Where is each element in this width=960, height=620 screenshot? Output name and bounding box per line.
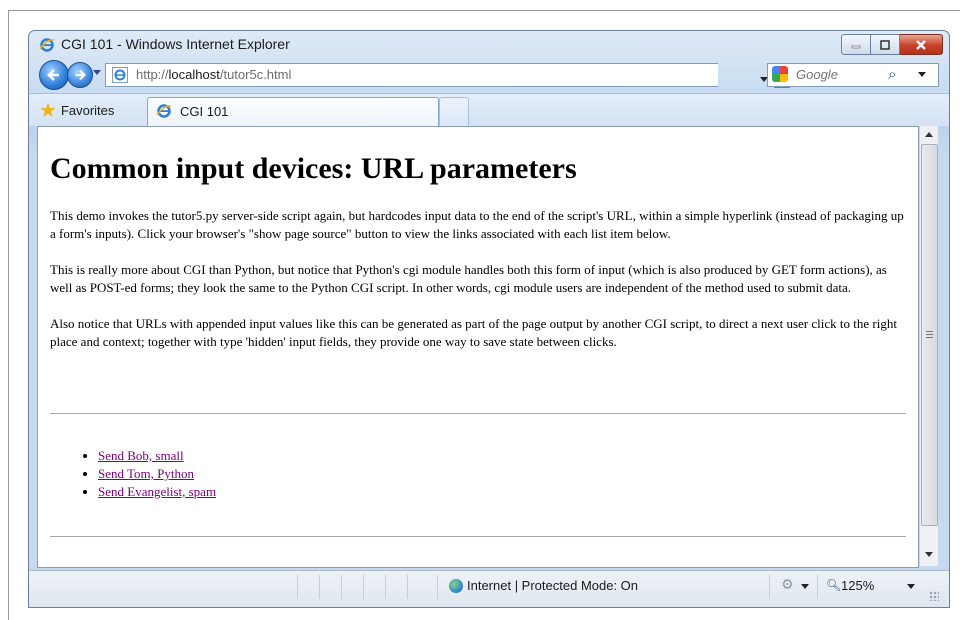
status-divider <box>341 575 342 599</box>
add-ons-icon[interactable]: ⚙ <box>781 577 794 593</box>
tab-ie-icon <box>156 104 172 118</box>
search-icon[interactable]: ⌕ <box>888 65 896 83</box>
horizontal-rule-top <box>50 413 906 414</box>
link-send-bob[interactable]: Send Bob, small <box>98 448 184 463</box>
favorites-star-icon: ★ <box>39 98 57 122</box>
google-logo-icon <box>772 66 788 82</box>
close-icon <box>916 39 926 50</box>
vertical-scrollbar[interactable] <box>919 126 938 566</box>
page-heading: Common input devices: URL parameters <box>50 152 577 185</box>
window-controls <box>841 34 943 55</box>
scroll-down-arrow-icon[interactable] <box>925 552 933 557</box>
close-button[interactable] <box>900 34 943 55</box>
favorites-label: Favorites <box>60 102 115 118</box>
favorites-button[interactable]: ★ Favorites <box>35 98 122 122</box>
status-divider <box>363 575 364 599</box>
title-bar: CGI 101 - Windows Internet Explorer <box>29 31 949 57</box>
link-send-evangelist[interactable]: Send Evangelist, spam <box>98 484 216 499</box>
paragraph-cgi-module: This is really more about CGI than Pytho… <box>50 262 887 295</box>
browser-window: CGI 101 - Windows Internet Explorer http… <box>28 30 950 608</box>
status-divider <box>297 575 298 599</box>
horizontal-rule-bottom <box>50 536 906 537</box>
status-divider <box>319 575 320 599</box>
scrollbar-grip-icon <box>926 331 933 332</box>
tab-bar: ★ Favorites CGI 101 <box>29 93 949 126</box>
link-send-tom[interactable]: Send Tom, Python <box>98 466 194 481</box>
zoom-dropdown[interactable] <box>907 584 915 589</box>
security-zone-text[interactable]: Internet | Protected Mode: On <box>467 578 638 593</box>
page-ie-icon <box>112 67 128 83</box>
link-list: Send Bob, small Send Tom, Python Send Ev… <box>50 447 216 501</box>
zoom-magnifier-icon: 🔍︎ <box>826 578 842 592</box>
search-input[interactable]: Google <box>796 67 838 82</box>
ie-logo-icon <box>39 38 55 52</box>
add-ons-dropdown[interactable] <box>801 584 809 589</box>
list-item: Send Tom, Python <box>98 465 216 483</box>
back-button[interactable] <box>39 60 69 90</box>
address-text[interactable]: http://localhost/tutor5c.html <box>136 67 291 82</box>
recent-pages-dropdown[interactable] <box>93 70 101 75</box>
screenshot-border-top <box>8 10 960 11</box>
minimize-button[interactable] <box>841 34 871 55</box>
minimize-icon <box>851 45 861 48</box>
status-divider <box>817 575 818 599</box>
paragraph-state: Also notice that URLs with appended inpu… <box>50 316 897 349</box>
tab-cgi-101[interactable]: CGI 101 <box>147 97 439 126</box>
maximize-button[interactable] <box>871 34 900 55</box>
new-tab-button[interactable] <box>439 97 469 126</box>
page-viewport: Common input devices: URL parameters Thi… <box>37 126 919 568</box>
status-divider <box>769 575 770 599</box>
url-path: /tutor5c.html <box>219 67 292 82</box>
resize-grip-icon[interactable] <box>929 591 939 601</box>
screenshot-border-left <box>8 10 9 620</box>
page-body: Common input devices: URL parameters Thi… <box>50 127 906 537</box>
forward-arrow-icon <box>75 69 86 81</box>
url-host: localhost <box>168 67 220 82</box>
url-prefix: http:// <box>136 67 169 82</box>
window-title: CGI 101 - Windows Internet Explorer <box>61 36 290 52</box>
scroll-up-arrow-icon[interactable] <box>925 132 933 137</box>
address-bar[interactable]: http://localhost/tutor5c.html ⇆ ✕ <box>105 63 835 88</box>
search-options-dropdown[interactable] <box>918 72 926 77</box>
status-bar: Internet | Protected Mode: On ⚙ 🔍︎ 125% <box>29 570 949 607</box>
forward-button[interactable] <box>67 62 93 88</box>
status-divider <box>385 575 386 599</box>
navigation-bar: http://localhost/tutor5c.html ⇆ ✕ Google… <box>29 58 949 90</box>
zoom-level[interactable]: 125% <box>841 578 874 593</box>
back-arrow-icon <box>47 69 59 81</box>
maximize-icon <box>880 39 890 50</box>
status-divider <box>407 575 408 599</box>
tab-title: CGI 101 <box>180 104 229 119</box>
scrollbar-thumb[interactable] <box>921 144 938 526</box>
paragraph-intro: This demo invokes the tutor5.py server-s… <box>50 208 904 241</box>
list-item: Send Evangelist, spam <box>98 483 216 501</box>
search-box[interactable]: Google ⌕ <box>767 63 939 87</box>
list-item: Send Bob, small <box>98 447 216 465</box>
status-divider <box>437 575 438 599</box>
internet-zone-globe-icon <box>449 579 463 593</box>
